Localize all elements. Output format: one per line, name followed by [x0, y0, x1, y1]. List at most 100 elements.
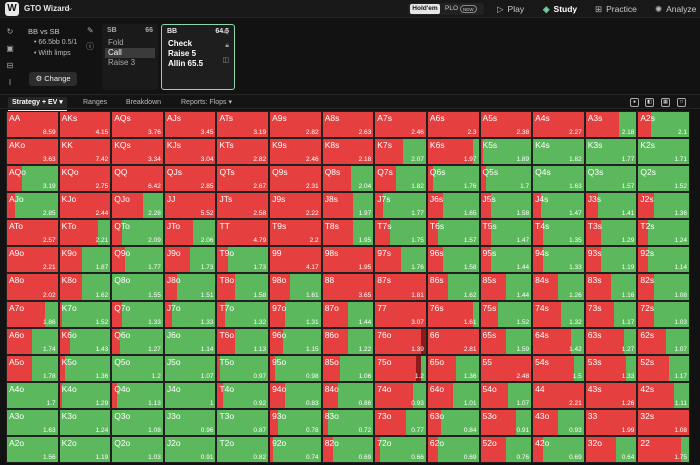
hand-cell[interactable]: A8o 2.02 — [6, 273, 59, 301]
hand-cell[interactable]: 93o 0.78 — [269, 408, 322, 436]
hand-cell[interactable]: JTo 2.06 — [163, 219, 217, 247]
hand-cell[interactable]: A7s 2.46 — [374, 111, 427, 139]
lock-icon[interactable]: 🔒︎ — [225, 42, 229, 50]
hand-cell[interactable]: T3o 0.87 — [216, 408, 270, 436]
hand-cell[interactable]: 98s 1.95 — [321, 246, 375, 274]
hand-cell[interactable]: K5s 1.89 — [479, 138, 533, 166]
mode-plo-button[interactable]: PLO — [445, 4, 458, 14]
hand-cell[interactable]: J7s 1.77 — [374, 192, 427, 220]
hand-cell[interactable]: 83o 0.72 — [321, 408, 375, 436]
hand-cell[interactable]: J5s 1.58 — [479, 192, 533, 220]
hand-cell[interactable]: 52o 0.76 — [479, 435, 533, 463]
action-check[interactable]: Check — [165, 39, 195, 49]
hand-cell[interactable]: KQs 3.34 — [111, 138, 164, 166]
hand-cell[interactable]: 86s 1.62 — [426, 273, 480, 301]
hand-cell[interactable]: K8o 1.62 — [58, 273, 112, 301]
hand-cell[interactable]: A5s 2.38 — [479, 111, 533, 139]
hand-cell[interactable]: K2o 1.19 — [58, 435, 112, 463]
hand-cell[interactable]: AKo 3.63 — [6, 138, 59, 166]
hand-cell[interactable]: K9s 2.46 — [269, 138, 322, 166]
nav-study[interactable]: ◈ Study — [543, 2, 577, 16]
hand-cell[interactable]: 44 2.21 — [532, 381, 585, 409]
hand-cell[interactable]: Q9s 2.31 — [269, 165, 322, 193]
hand-cell[interactable]: 96s 1.58 — [426, 246, 480, 274]
hand-cell[interactable]: KJo 2.44 — [58, 192, 112, 220]
hand-cell[interactable]: J4s 1.47 — [532, 192, 585, 220]
hand-cell[interactable]: 88 3.65 — [321, 273, 375, 301]
hand-cell[interactable]: ATo 2.57 — [6, 219, 59, 247]
hand-cell[interactable]: Q6o 1.27 — [111, 327, 164, 355]
hand-cell[interactable]: T5o 0.97 — [216, 354, 270, 382]
hand-cell[interactable]: 73s 1.17 — [584, 300, 638, 328]
hand-cell[interactable]: K3s 1.77 — [584, 138, 638, 166]
hand-cell[interactable]: J3o 0.96 — [163, 408, 217, 436]
view-grid-icon[interactable]: ◧ — [645, 98, 654, 107]
hand-cell[interactable]: 94o 0.83 — [269, 381, 322, 409]
hand-cell[interactable]: 84o 0.86 — [321, 381, 375, 409]
hand-cell[interactable]: 82s 1.08 — [637, 273, 690, 301]
hand-cell[interactable]: 33 1.99 — [584, 408, 638, 436]
hand-cell[interactable]: QTs 2.67 — [216, 165, 270, 193]
hand-cell[interactable]: 92s 1.14 — [637, 246, 690, 274]
hand-cell[interactable]: Q4s 1.63 — [532, 165, 585, 193]
hand-cell[interactable]: A6o 1.74 — [6, 327, 59, 355]
hand-cell[interactable]: QQ 6.42 — [111, 165, 164, 193]
hand-cell[interactable]: TT 4.79 — [216, 219, 270, 247]
hand-cell[interactable]: 72o 0.66 — [374, 435, 427, 463]
bb-action-card[interactable]: BB 64.5 Check Raise 5 Allin 65.5 ✎ 🔒︎ ◫ — [161, 24, 235, 90]
hand-cell[interactable]: KTo 2.21 — [58, 219, 112, 247]
hand-cell[interactable]: K3o 1.24 — [58, 408, 112, 436]
action-allin[interactable]: Allin 65.5 — [165, 59, 206, 69]
hand-cell[interactable]: 53s 1.33 — [584, 354, 638, 382]
nav-practice[interactable]: ⊞ Practice — [595, 2, 637, 16]
hand-cell[interactable]: AA 8.59 — [6, 111, 59, 139]
hand-cell[interactable]: 54o 1.07 — [479, 381, 533, 409]
pencil-icon[interactable]: ✎ — [87, 26, 94, 35]
hand-cell[interactable]: Q8s 2.04 — [321, 165, 375, 193]
hand-cell[interactable]: J6s 1.65 — [426, 192, 480, 220]
hand-cell[interactable]: 74s 1.32 — [532, 300, 585, 328]
hand-cell[interactable]: QJs 2.85 — [163, 165, 217, 193]
hand-cell[interactable]: T7o 1.32 — [216, 300, 270, 328]
hand-cell[interactable]: A5o 1.78 — [6, 354, 59, 382]
hand-cell[interactable]: 75o 1.2 — [374, 354, 427, 382]
hand-cell[interactable]: T3s 1.29 — [584, 219, 638, 247]
hand-cell[interactable]: 72s 1.03 — [637, 300, 690, 328]
hand-cell[interactable]: JTs 2.58 — [216, 192, 270, 220]
hand-cell[interactable]: A4o 1.7 — [6, 381, 59, 409]
action-call[interactable]: Call — [105, 48, 155, 58]
hand-cell[interactable]: 53o 0.91 — [479, 408, 533, 436]
tab-strategy-ev[interactable]: Strategy + EV ▾ — [8, 97, 67, 111]
change-button[interactable]: ⚙ Change — [29, 72, 77, 86]
hand-cell[interactable]: T4s 1.35 — [532, 219, 585, 247]
hand-cell[interactable]: KK 7.42 — [58, 138, 112, 166]
chevron-down-icon[interactable]: ⌄ — [67, 3, 74, 12]
hand-cell[interactable]: J8s 1.97 — [321, 192, 375, 220]
hand-cell[interactable]: 55 2.48 — [479, 354, 533, 382]
hand-cell[interactable]: 76o 1.39 — [374, 327, 427, 355]
hand-cell[interactable]: A4s 2.27 — [532, 111, 585, 139]
hand-cell[interactable]: 97o 1.31 — [269, 300, 322, 328]
hand-cell[interactable]: 76s 1.61 — [426, 300, 480, 328]
view-full-icon[interactable]: □ — [677, 98, 686, 107]
hand-cell[interactable]: 32o 0.64 — [584, 435, 638, 463]
hand-cell[interactable]: Q8o 1.55 — [111, 273, 164, 301]
hand-cell[interactable]: A2s 2.1 — [637, 111, 690, 139]
hand-cell[interactable]: 66 2.81 — [426, 327, 480, 355]
hand-cell[interactable]: KQo 2.75 — [58, 165, 112, 193]
hand-cell[interactable]: QTo 2.09 — [111, 219, 164, 247]
action-raise[interactable]: Raise 3 — [105, 58, 138, 68]
hand-cell[interactable]: K4s 1.82 — [532, 138, 585, 166]
hand-cell[interactable]: 82o 0.69 — [321, 435, 375, 463]
hand-cell[interactable]: 99 4.17 — [269, 246, 322, 274]
hand-cell[interactable]: A7o 1.86 — [6, 300, 59, 328]
hand-cell[interactable]: 85s 1.44 — [479, 273, 533, 301]
hand-cell[interactable]: A6s 2.3 — [426, 111, 480, 139]
hand-cell[interactable]: 87o 1.44 — [321, 300, 375, 328]
hand-cell[interactable]: 96o 1.15 — [269, 327, 322, 355]
hand-cell[interactable]: 95o 0.98 — [269, 354, 322, 382]
hand-cell[interactable]: K8s 2.18 — [321, 138, 375, 166]
hand-cell[interactable]: 93s 1.19 — [584, 246, 638, 274]
hand-cell[interactable]: 65s 1.59 — [479, 327, 533, 355]
hand-cell[interactable]: 64s 1.42 — [532, 327, 585, 355]
